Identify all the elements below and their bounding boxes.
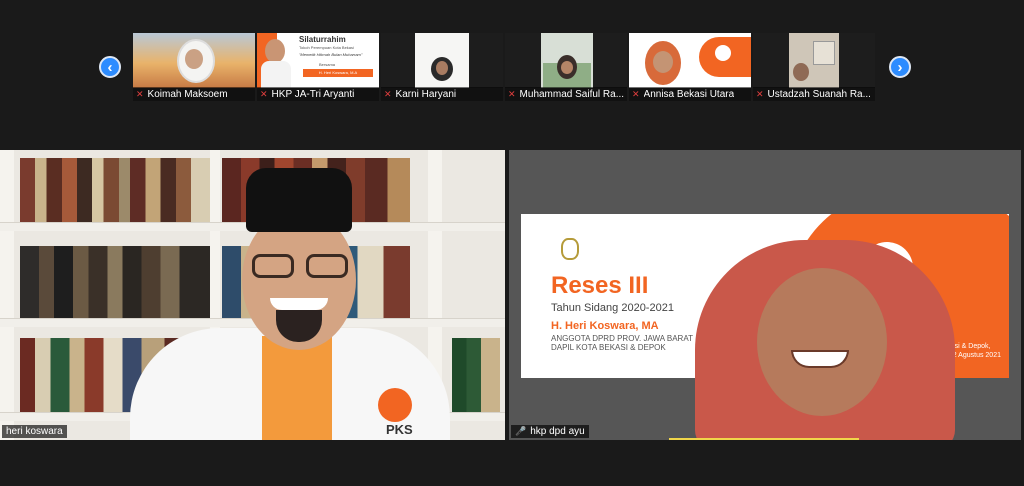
mic-muted-icon (632, 89, 640, 100)
microphone-icon: 🎤 (515, 426, 527, 436)
participant-video (753, 33, 875, 88)
poster-speaker: H. Heri Koswara, M.A (303, 69, 373, 77)
participant-name: Annisa Bekasi Utara (643, 88, 735, 100)
participant-name-label: heri koswara (6, 426, 63, 437)
poster-title: Silaturrahim (299, 35, 346, 44)
mic-muted-icon (136, 89, 144, 100)
slide-description: ANGGOTA DPRD PROV. JAWA BARAT DAPIL KOTA… (551, 334, 711, 352)
participant-thumbnail[interactable]: Silaturrahim Tokoh Perempuan Kota Bekasi… (257, 33, 379, 101)
slide-desc-line-2: DAPIL KOTA BEKASI & DEPOK (551, 343, 666, 352)
participant-thumbnail[interactable]: Muhammad Saiful Ra... (505, 33, 627, 101)
participant-video (629, 33, 751, 88)
video-tile-hkp-dpd-ayu[interactable]: PKS Reses III Tahun Sidang 2020-2021 H. … (509, 150, 1021, 440)
participant-name: HKP JA-Tri Aryanti (271, 88, 355, 100)
chevron-left-icon[interactable]: ‹ (99, 56, 121, 78)
slide-speaker: H. Heri Koswara, MA (551, 320, 659, 332)
mic-muted-icon (508, 89, 516, 100)
black-peci-cap (246, 168, 352, 232)
participant-video (505, 33, 627, 88)
mic-muted-icon (384, 89, 392, 100)
participant-video: Silaturrahim Tokoh Perempuan Kota Bekasi… (257, 33, 379, 88)
participant-name-tag: heri koswara (2, 425, 67, 438)
participant-name: Koimah Maksoem (147, 88, 228, 100)
poster-quote: "Memetik Hikmah Bulan Muharram" (299, 52, 363, 57)
participant-thumbnail[interactable]: Karni Haryani (381, 33, 503, 101)
participant-video (133, 33, 255, 88)
slide-subtitle: Tahun Sidang 2020-2021 (551, 302, 674, 314)
slide-desc-line-1: ANGGOTA DPRD PROV. JAWA BARAT (551, 334, 693, 343)
participant-thumbnail[interactable]: Ustadzah Suanah Ra... (753, 33, 875, 101)
mic-muted-icon (756, 89, 764, 100)
participant-name-label: hkp dpd ayu (530, 426, 585, 437)
participant-name: Ustadzah Suanah Ra... (767, 88, 871, 100)
poster-subtitle: Tokoh Perempuan Kota Bekasi (299, 45, 354, 50)
participant-thumbnail[interactable]: Koimah Maksoem (133, 33, 255, 101)
video-tile-heri-koswara[interactable]: PKS heri koswara (0, 150, 505, 440)
poster-with: Bersama (319, 62, 336, 67)
jacket-pks-logo: PKS (386, 422, 413, 437)
participant-video (381, 33, 503, 88)
chevron-right-icon[interactable]: › (889, 56, 911, 78)
dprd-emblem-icon (561, 238, 579, 260)
participant-thumbnail[interactable]: Annisa Bekasi Utara (629, 33, 751, 101)
participant-name-tag: 🎤 hkp dpd ayu (511, 425, 589, 438)
participant-strip: ‹ Koimah Maksoem Silaturrahim Tokoh Pere… (0, 0, 1024, 140)
participant-name: Muhammad Saiful Ra... (519, 88, 625, 100)
participant-name: Karni Haryani (395, 88, 457, 100)
mic-muted-icon (260, 89, 268, 100)
person-face (757, 268, 887, 416)
slide-title: Reses III (551, 272, 649, 299)
